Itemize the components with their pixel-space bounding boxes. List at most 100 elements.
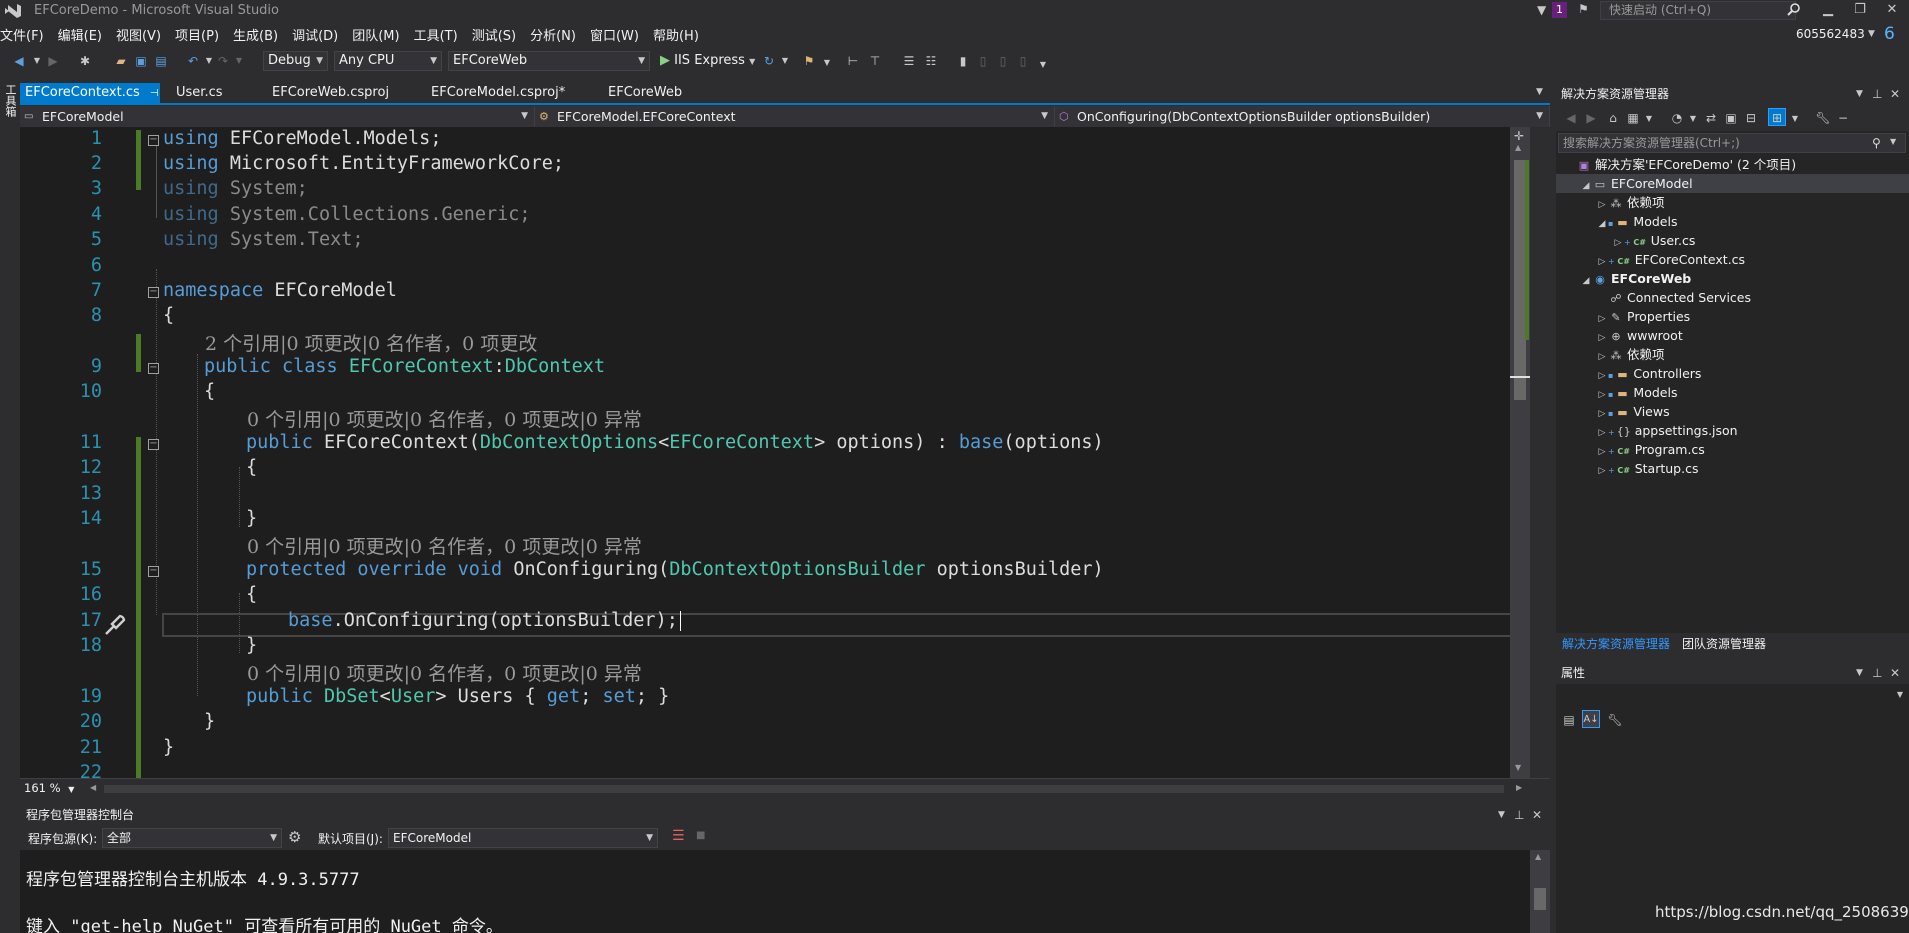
forward-icon[interactable]: ▶: [1582, 109, 1600, 127]
tab-efcoremodel-csproj[interactable]: EFCoreModel.csproj*: [426, 83, 565, 103]
project-select[interactable]: ▭ EFCoreModel ▼: [20, 106, 535, 127]
step-over-icon[interactable]: ⊤: [866, 52, 884, 70]
user-account-name[interactable]: 605562483: [1796, 27, 1865, 41]
panel-close-icon[interactable]: ✕: [1890, 83, 1900, 105]
stop-command-icon[interactable]: ■: [696, 830, 705, 841]
tree-item[interactable]: ▷ ⊕ wwwroot: [1556, 326, 1909, 345]
solution-search-input[interactable]: 搜索解决方案资源管理器(Ctrl+;): [1558, 133, 1906, 153]
tab-overflow-icon[interactable]: ▼: [1536, 87, 1543, 97]
panel-menu-icon[interactable]: ▼: [1856, 662, 1863, 684]
type-select[interactable]: ⚙ EFCoreModel.EFCoreContext ▼: [535, 106, 1055, 127]
toolbox-tab[interactable]: 工具箱: [2, 84, 17, 117]
search-icon[interactable]: ⚲: [1872, 136, 1881, 150]
browser-link-dropdown-icon[interactable]: ▼: [818, 54, 836, 72]
platform-select[interactable]: Any CPU ▼: [334, 51, 442, 71]
tree-item[interactable]: ▷ ⁂ 依赖项: [1556, 345, 1909, 364]
tree-item[interactable]: ▷ ▪ ▬ Models: [1556, 383, 1909, 402]
filter-icon[interactable]: ▼: [1537, 3, 1546, 17]
tree-item[interactable]: ▣ 解决方案'EFCoreDemo' (2 个项目): [1556, 155, 1909, 174]
menu-analyze[interactable]: 分析(N): [523, 22, 583, 44]
tab-efcoreweb[interactable]: EFCoreWeb: [603, 83, 682, 103]
object-select[interactable]: ▼: [1556, 686, 1909, 706]
property-pages-icon[interactable]: 🔧︎: [1606, 711, 1624, 729]
feedback-icon[interactable]: ⚑: [1578, 2, 1589, 16]
menu-debug[interactable]: 调试(D): [285, 22, 345, 44]
tree-item[interactable]: ▷ + C# EFCoreContext.cs: [1556, 250, 1909, 269]
show-all-dropdown-icon[interactable]: ▼: [1786, 110, 1804, 128]
prev-bookmark-icon[interactable]: ▯: [974, 52, 992, 70]
scroll-right-arrow[interactable]: ▶: [1516, 783, 1522, 792]
back-icon[interactable]: ◀: [1562, 109, 1580, 127]
redo-dropdown-icon[interactable]: ▼: [230, 52, 248, 70]
tab-team-explorer[interactable]: 团队资源管理器: [1678, 635, 1770, 653]
tab-efcorecontext[interactable]: EFCoreContext.cs ⊣ ✕: [20, 83, 160, 120]
alphabetical-icon[interactable]: A↓: [1582, 710, 1600, 728]
tree-item[interactable]: ▷ + C# Startup.cs: [1556, 459, 1909, 478]
close-window-button[interactable]: ✕: [1876, 0, 1908, 22]
tree-item[interactable]: ◢ ▭ EFCoreModel: [1556, 174, 1909, 193]
code-lens[interactable]: 0 个引用|0 项更改|0 名作者，0 项更改|0 异常: [247, 532, 642, 559]
collapse-icon[interactable]: −: [148, 135, 159, 146]
navigate-back-icon[interactable]: ◀: [10, 52, 28, 70]
refresh-icon[interactable]: ▣: [1722, 109, 1740, 127]
panel-close-icon[interactable]: ✕: [1890, 662, 1900, 684]
menu-help[interactable]: 帮助(H): [646, 22, 706, 44]
zoom-level-select[interactable]: 161 % ▼: [24, 781, 74, 795]
tab-efcoreweb-csproj[interactable]: EFCoreWeb.csproj: [267, 83, 389, 103]
properties-wrench-icon[interactable]: 🔧︎: [1814, 109, 1832, 127]
minimize-button[interactable]: ▁: [1812, 0, 1844, 22]
collapse-icon[interactable]: −: [148, 566, 159, 577]
code-lens[interactable]: 2 个引用|0 项更改|0 名作者，0 项更改: [205, 329, 537, 356]
indent-icon[interactable]: ☷: [922, 52, 940, 70]
collapse-icon[interactable]: −: [148, 439, 159, 450]
member-select[interactable]: ⬡ OnConfiguring(DbContextOptionsBuilder …: [1055, 106, 1550, 127]
code-lens[interactable]: 0 个引用|0 项更改|0 名作者，0 项更改|0 异常: [247, 405, 642, 432]
next-bookmark-icon[interactable]: ▯: [994, 52, 1012, 70]
save-all-icon[interactable]: ▤: [152, 52, 170, 70]
horizontal-scrollbar-thumb[interactable]: [104, 785, 1504, 793]
bookmark-icon[interactable]: ▮: [954, 52, 972, 70]
clear-console-icon[interactable]: ☰: [672, 828, 685, 844]
tree-item[interactable]: ▷ + C# User.cs: [1556, 231, 1909, 250]
tree-item[interactable]: ▷ ▪ ▬ Controllers: [1556, 364, 1909, 383]
outdent-icon[interactable]: ☰: [900, 52, 918, 70]
sync-icon[interactable]: ⇄: [1702, 109, 1720, 127]
menu-tools[interactable]: 工具(T): [407, 22, 465, 44]
menu-team[interactable]: 团队(M): [345, 22, 406, 44]
collapsed-arrow-icon[interactable]: ▷: [1596, 462, 1608, 481]
scroll-down-arrow[interactable]: ▼: [1515, 763, 1521, 772]
pmc-close-icon[interactable]: ✕: [1532, 804, 1542, 826]
clear-bookmarks-icon[interactable]: ▯: [1014, 52, 1032, 70]
editor-vertical-scrollbar[interactable]: ✛ ▲ ▼: [1510, 127, 1530, 778]
startup-project-select[interactable]: EFCoreWeb ▼: [448, 51, 650, 71]
scrollbar-thumb[interactable]: [1534, 888, 1546, 910]
tree-item[interactable]: ▷ +{} appsettings.json: [1556, 421, 1909, 440]
panel-pin-icon[interactable]: ⊥: [1872, 662, 1882, 684]
tree-item[interactable]: ▷ ✎ Properties: [1556, 307, 1909, 326]
collapse-icon[interactable]: −: [148, 287, 159, 298]
account-dropdown-icon[interactable]: ▼: [1868, 29, 1875, 39]
menu-view[interactable]: 视图(V): [109, 22, 168, 44]
collapse-icon[interactable]: −: [148, 363, 159, 374]
panel-menu-icon[interactable]: ▼: [1856, 83, 1863, 105]
pin-icon[interactable]: ⊣: [150, 88, 159, 99]
tree-item[interactable]: ◢ ◉ EFCoreWeb: [1556, 269, 1909, 288]
tree-item[interactable]: ▷ + C# Program.cs: [1556, 440, 1909, 459]
package-source-select[interactable]: 全部 ▼: [102, 828, 282, 848]
split-window-icon[interactable]: ✛: [1514, 129, 1524, 143]
collapse-icon[interactable]: −: [1834, 109, 1852, 127]
configuration-select[interactable]: Debug ▼: [263, 51, 328, 71]
quick-actions-icon[interactable]: [102, 612, 128, 638]
tab-user-cs[interactable]: User.cs: [171, 83, 223, 103]
tab-solution-explorer[interactable]: 解决方案资源管理器: [1558, 635, 1674, 653]
home-icon[interactable]: ⌂: [1604, 109, 1622, 127]
step-into-icon[interactable]: ⊢: [844, 52, 862, 70]
code-lens[interactable]: 0 个引用|0 项更改|0 名作者，0 项更改|0 异常: [247, 659, 642, 686]
search-icon[interactable]: [1787, 2, 1801, 16]
save-icon[interactable]: ▣: [132, 52, 150, 70]
pmc-window-menu-icon[interactable]: ▼: [1498, 804, 1505, 826]
menu-file[interactable]: 文件(F): [0, 22, 51, 44]
scroll-left-arrow[interactable]: ◀: [90, 783, 96, 792]
show-all-files-icon[interactable]: ⊞: [1768, 108, 1786, 126]
categorized-icon[interactable]: ▤: [1560, 711, 1578, 729]
